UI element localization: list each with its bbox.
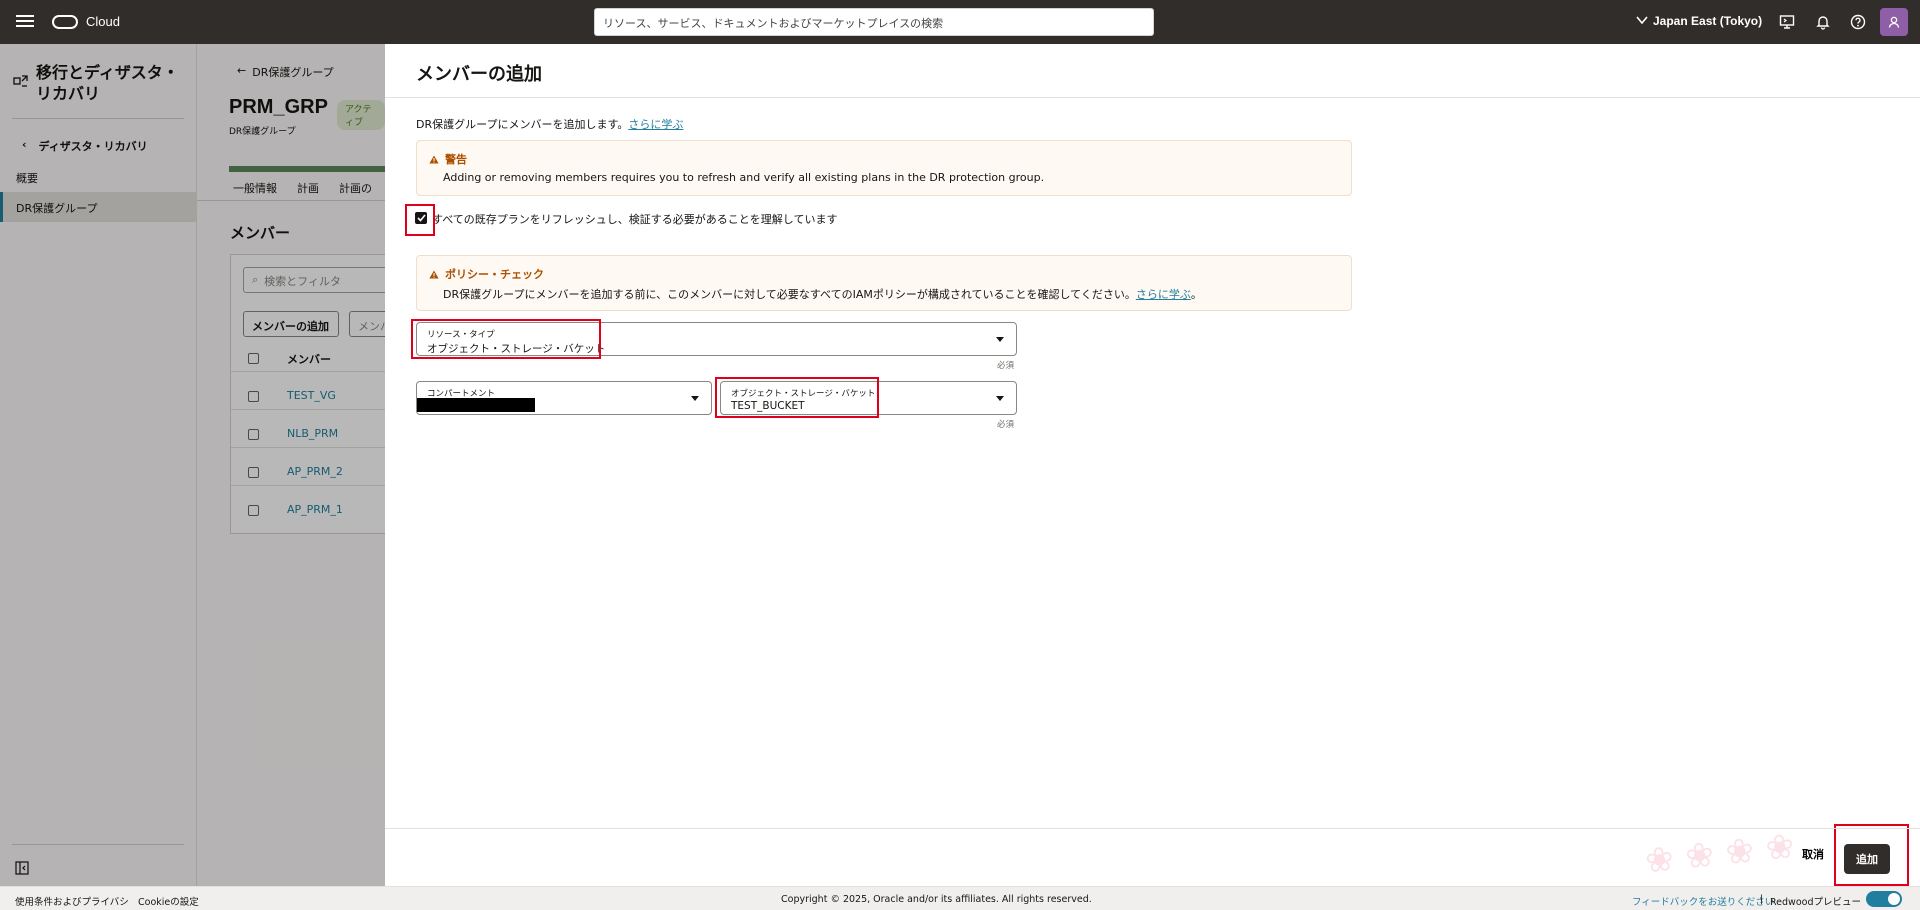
cancel-button[interactable]: 取消 <box>1802 846 1824 862</box>
redacted-value <box>417 398 535 412</box>
warning-icon <box>429 155 439 163</box>
bucket-select[interactable]: オブジェクト・ストレージ・バケット TEST_BUCKET <box>720 381 1017 415</box>
top-bar: Cloud リソース、サービス、ドキュメントおよびマーケットプレイスの検索 Ja… <box>0 0 1920 44</box>
decorative-watermark: ❀ ❀ ❀ ❀ <box>1643 826 1797 882</box>
global-search-input[interactable]: リソース、サービス、ドキュメントおよびマーケットプレイスの検索 <box>594 8 1154 36</box>
add-button[interactable]: 追加 <box>1844 844 1890 874</box>
brand-label[interactable]: Cloud <box>86 14 120 29</box>
feedback-link[interactable]: フィードバックをお送りください <box>1632 894 1774 908</box>
help-icon[interactable] <box>1848 12 1868 32</box>
learn-more-link[interactable]: さらに学ぶ <box>628 118 683 131</box>
cookie-settings-link[interactable]: Cookieの設定 <box>138 894 199 908</box>
policy-suffix: 。 <box>1190 288 1202 301</box>
field-value: オブジェクト・ストレージ・バケット <box>427 343 606 355</box>
chevron-down-icon[interactable] <box>1635 13 1649 27</box>
footer: 使用条件およびプライバシ Cookieの設定 Copyright © 2025,… <box>0 886 1920 910</box>
policy-check-message: ポリシー・チェック DR保護グループにメンバーを追加する前に、このメンバーに対し… <box>416 255 1352 311</box>
terms-link[interactable]: 使用条件およびプライバシ <box>15 894 129 908</box>
panel-intro: DR保護グループにメンバーを追加します。さらに学ぶ <box>416 116 683 132</box>
user-avatar[interactable] <box>1880 8 1908 36</box>
caret-down-icon <box>996 396 1004 401</box>
resource-type-select[interactable]: リソース・タイプ オブジェクト・ストレージ・バケット <box>416 322 1017 356</box>
modal-overlay[interactable] <box>0 44 385 886</box>
field-label: オブジェクト・ストレージ・バケット <box>731 389 876 399</box>
divider <box>385 97 1920 98</box>
warning-message: 警告 Adding or removing members requires y… <box>416 140 1352 196</box>
oracle-logo-icon[interactable] <box>52 15 78 29</box>
acknowledge-checkbox[interactable] <box>415 212 427 224</box>
required-label: 必須 <box>997 361 1015 371</box>
user-icon <box>1888 16 1900 28</box>
divider <box>385 828 1920 829</box>
hamburger-menu-icon[interactable] <box>16 12 34 32</box>
footer-separator: | <box>1760 894 1764 905</box>
policy-body: DR保護グループにメンバーを追加する前に、このメンバーに対して必要なすべてのIA… <box>443 288 1136 301</box>
compartment-select[interactable]: コンパートメント <box>416 381 712 415</box>
caret-down-icon <box>691 396 699 401</box>
field-value: TEST_BUCKET <box>731 400 805 412</box>
region-selector[interactable]: Japan East (Tokyo) <box>1653 14 1762 28</box>
required-label: 必須 <box>997 420 1015 430</box>
acknowledge-label[interactable]: すべての既存プランをリフレッシュし、検証する必要があることを理解しています <box>432 211 837 227</box>
redwood-preview-toggle[interactable] <box>1866 891 1902 907</box>
add-member-panel: メンバーの追加 DR保護グループにメンバーを追加します。さらに学ぶ 警告 Add… <box>385 44 1920 886</box>
panel-title: メンバーの追加 <box>416 64 542 85</box>
cloud-shell-icon[interactable] <box>1777 12 1797 32</box>
caret-down-icon <box>996 337 1004 342</box>
copyright-text: Copyright © 2025, Oracle and/or its affi… <box>781 894 1092 905</box>
redwood-preview-label: Redwoodプレビュー <box>1770 897 1861 908</box>
policy-text: DR保護グループにメンバーを追加する前に、このメンバーに対して必要なすべてのIA… <box>443 286 1202 302</box>
warning-text: Adding or removing members requires you … <box>443 171 1045 184</box>
intro-text: DR保護グループにメンバーを追加します。 <box>416 118 629 131</box>
bell-icon[interactable] <box>1813 12 1833 32</box>
warning-title: 警告 <box>445 153 467 166</box>
policy-title: ポリシー・チェック <box>445 268 544 281</box>
check-icon <box>416 214 426 222</box>
warning-icon <box>429 270 439 278</box>
field-label: リソース・タイプ <box>427 330 495 340</box>
policy-learn-more-link[interactable]: さらに学ぶ <box>1136 288 1191 301</box>
